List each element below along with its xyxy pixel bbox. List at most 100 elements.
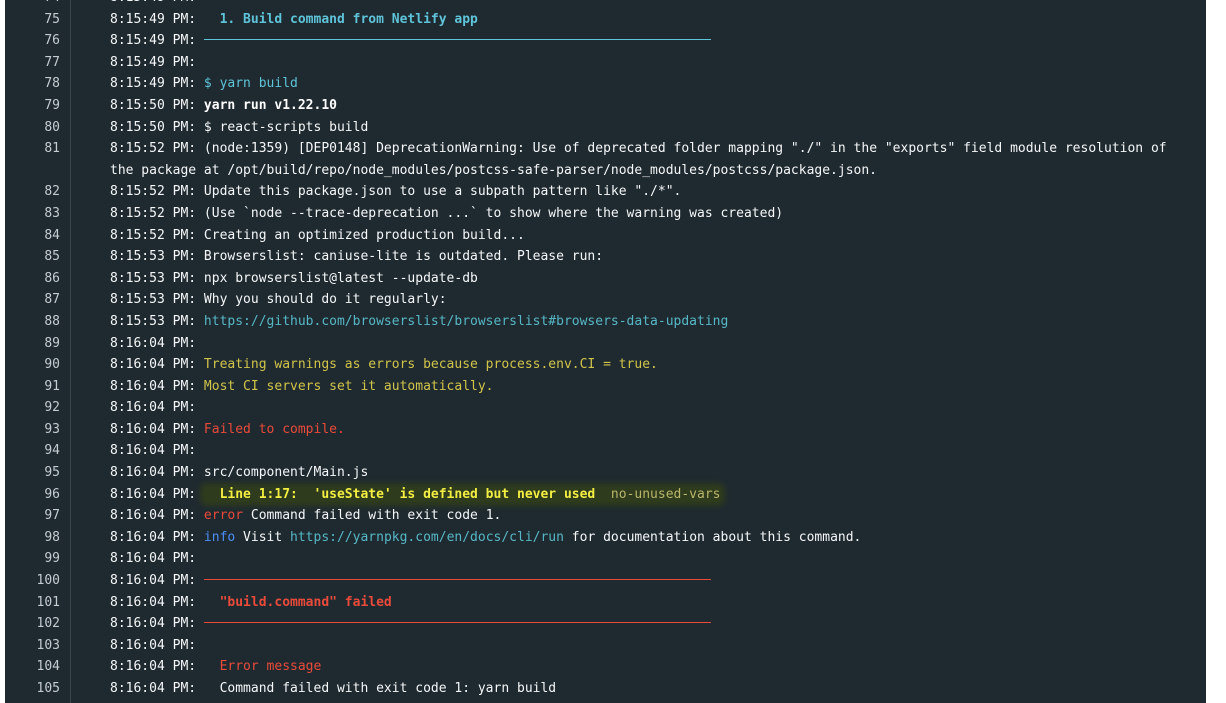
line-number[interactable]: 82: [5, 181, 60, 203]
log-line-body: 8:16:04 PM: Most CI servers set it autom…: [110, 376, 1206, 398]
log-timestamp: 8:16:04 PM:: [110, 335, 197, 351]
log-timestamp: 8:16:04 PM:: [110, 594, 197, 610]
line-number[interactable]: 74: [5, 0, 60, 9]
deploy-log-panel: 74 8:15:49 PM: 75 8:15:49 PM: 1. Build com…: [5, 0, 1206, 703]
log-line: 88 8:15:53 PM: https://github.com/browser…: [5, 311, 1206, 333]
line-number[interactable]: 84: [5, 225, 60, 247]
log-timestamp: 8:16:04 PM:: [110, 465, 197, 481]
line-number[interactable]: 92: [5, 397, 60, 419]
log-timestamp: 8:15:52 PM:: [110, 227, 197, 243]
log-timestamp: 8:15:50 PM:: [110, 119, 197, 135]
log-timestamp: 8:15:53 PM:: [110, 292, 197, 308]
log-line-body: 8:15:50 PM: $ react-scripts build: [110, 117, 1206, 139]
log-output[interactable]: 74 8:15:49 PM: 75 8:15:49 PM: 1. Build com…: [5, 0, 1206, 700]
log-line: 103 8:16:04 PM:: [5, 635, 1206, 657]
line-number[interactable]: 85: [5, 246, 60, 268]
line-number[interactable]: 90: [5, 354, 60, 376]
line-number[interactable]: 77: [5, 52, 60, 74]
line-number[interactable]: 102: [5, 613, 60, 635]
log-line: 105 8:16:04 PM: Command failed with exit …: [5, 678, 1206, 700]
log-text: Browserslist: caniuse-lite is outdated. …: [203, 249, 604, 265]
log-line-body: 8:16:04 PM:: [110, 440, 1206, 462]
line-number[interactable]: 79: [5, 95, 60, 117]
log-text: src/component/Main.js: [203, 465, 369, 481]
log-text: "build.command" failed: [203, 594, 392, 610]
line-number[interactable]: 105: [5, 678, 60, 700]
separator-rule: [203, 622, 711, 624]
log-line-body: 8:16:04 PM:: [110, 635, 1206, 657]
log-line-body: 8:16:04 PM:: [110, 548, 1206, 570]
highlighted-warning: Line 1:17: 'useState' is defined but nev…: [203, 486, 721, 502]
line-number[interactable]: 78: [5, 73, 60, 95]
line-number[interactable]: 95: [5, 462, 60, 484]
log-text: Most CI servers set it automatically.: [203, 378, 494, 394]
log-timestamp: 8:16:04 PM:: [110, 529, 197, 545]
log-text: $ react-scripts build: [203, 119, 369, 135]
line-number[interactable]: 86: [5, 268, 60, 290]
log-timestamp: 8:15:53 PM:: [110, 249, 197, 265]
log-line-body: 8:16:04 PM: src/component/Main.js: [110, 462, 1206, 484]
log-line-body: 8:15:53 PM: https://github.com/browsersl…: [110, 311, 1206, 333]
line-number[interactable]: 101: [5, 592, 60, 614]
log-line: 93 8:16:04 PM: Failed to compile.: [5, 419, 1206, 441]
line-number[interactable]: 99: [5, 548, 60, 570]
log-link[interactable]: https://yarnpkg.com/en/docs/cli/run: [290, 530, 564, 545]
log-text: no-unused-vars: [595, 486, 721, 502]
line-number[interactable]: 87: [5, 289, 60, 311]
line-number[interactable]: 100: [5, 570, 60, 592]
line-number[interactable]: 103: [5, 635, 60, 657]
log-text: error: [203, 508, 244, 524]
line-number[interactable]: 80: [5, 117, 60, 139]
log-line-body: 8:16:04 PM:: [110, 397, 1206, 419]
log-line: 96 8:16:04 PM: Line 1:17: 'useState' is d…: [5, 484, 1206, 506]
line-number[interactable]: 97: [5, 505, 60, 527]
log-text: for documentation about this command.: [563, 529, 862, 545]
line-number[interactable]: 104: [5, 656, 60, 678]
log-timestamp: 8:16:04 PM:: [110, 357, 197, 373]
log-timestamp: 8:16:04 PM:: [110, 659, 197, 675]
log-text: Command failed with exit code 1: yarn bu…: [203, 681, 557, 696]
log-timestamp: 8:16:04 PM:: [110, 400, 197, 416]
line-number[interactable]: 98: [5, 527, 60, 549]
line-number[interactable]: 94: [5, 440, 60, 462]
log-timestamp: 8:16:04 PM:: [110, 681, 197, 696]
log-line: 80 8:15:50 PM: $ react-scripts build: [5, 117, 1206, 139]
log-line: 75 8:15:49 PM: 1. Build command from Netl…: [5, 9, 1206, 31]
log-timestamp: 8:16:04 PM:: [110, 573, 197, 589]
log-timestamp: 8:16:04 PM:: [110, 637, 197, 653]
line-number[interactable]: 75: [5, 9, 60, 31]
log-timestamp: 8:15:53 PM:: [110, 313, 197, 329]
log-timestamp: 8:16:04 PM:: [110, 421, 197, 437]
log-line-body: 8:15:53 PM: npx browserslist@latest --up…: [110, 268, 1206, 290]
log-line-body: 8:16:04 PM: error Command failed with ex…: [110, 505, 1206, 527]
log-line: 90 8:16:04 PM: Treating warnings as error…: [5, 354, 1206, 376]
log-line: 100 8:16:04 PM:: [5, 570, 1206, 592]
line-number[interactable]: 76: [5, 30, 60, 52]
log-line: 91 8:16:04 PM: Most CI servers set it aut…: [5, 376, 1206, 398]
log-line: 81 8:15:52 PM: (node:1359) [DEP0148] Depr…: [5, 138, 1206, 181]
log-timestamp: 8:15:49 PM:: [110, 11, 197, 27]
log-line-body: 8:16:04 PM: Line 1:17: 'useState' is def…: [110, 484, 1206, 506]
log-link[interactable]: https://github.com/browserslist/browsers…: [204, 314, 728, 329]
line-number[interactable]: 96: [5, 484, 60, 506]
line-number[interactable]: 93: [5, 419, 60, 441]
log-line: 85 8:15:53 PM: Browserslist: caniuse-lite…: [5, 246, 1206, 268]
line-number[interactable]: 89: [5, 333, 60, 355]
log-line: 94 8:16:04 PM:: [5, 440, 1206, 462]
log-text: npx browserslist@latest --update-db: [203, 270, 478, 286]
log-line-body: 8:15:52 PM: (Use `node --trace-deprecati…: [110, 203, 1206, 225]
log-line-body: 8:15:52 PM: (node:1359) [DEP0148] Deprec…: [110, 138, 1206, 181]
line-number[interactable]: 91: [5, 376, 60, 398]
log-line-body: 8:16:04 PM: Failed to compile.: [110, 419, 1206, 441]
log-line-body: 8:16:04 PM: info Visit https://yarnpkg.c…: [110, 527, 1206, 549]
line-number[interactable]: 81: [5, 138, 60, 160]
log-line-body: 8:15:49 PM: 1. Build command from Netlif…: [110, 9, 1206, 31]
log-text: Creating an optimized production build..…: [203, 227, 525, 243]
log-line: 74 8:15:49 PM:: [5, 0, 1206, 9]
log-text: $ yarn build: [203, 76, 298, 92]
log-line-body: 8:15:52 PM: Update this package.json to …: [110, 181, 1206, 203]
log-line-body: 8:15:52 PM: Creating an optimized produc…: [110, 225, 1206, 247]
log-line: 83 8:15:52 PM: (Use `node --trace-depreca…: [5, 203, 1206, 225]
line-number[interactable]: 88: [5, 311, 60, 333]
line-number[interactable]: 83: [5, 203, 60, 225]
